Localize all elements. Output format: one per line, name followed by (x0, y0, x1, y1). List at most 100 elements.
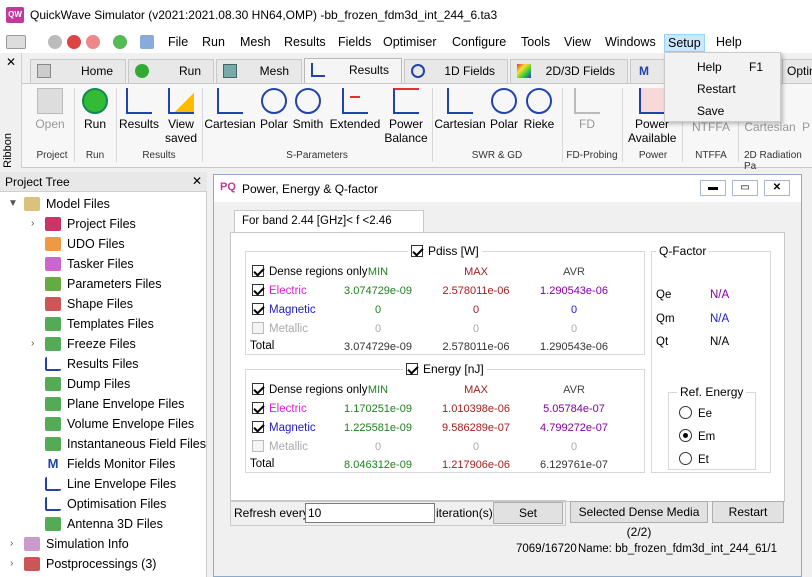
tree-item-freeze-files[interactable]: › Freeze Files (31, 334, 136, 354)
radiation-p-button[interactable]: P (800, 120, 812, 134)
dense-regions-checkbox[interactable] (252, 383, 264, 395)
radio-et[interactable] (679, 452, 692, 465)
tree-item-line-envelope-files[interactable]: Line Envelope Files (45, 474, 176, 494)
minimize-icon[interactable]: ▬ (700, 180, 726, 196)
menu-item-restart[interactable]: Restart (697, 82, 736, 96)
menu-results[interactable]: Results (281, 34, 329, 52)
menu-file[interactable]: File (165, 34, 191, 52)
ref-energy-et[interactable]: Et (679, 452, 709, 466)
play-icon[interactable] (113, 35, 127, 49)
menu-mesh[interactable]: Mesh (237, 34, 274, 52)
tree-item-volume-envelope-files[interactable]: Volume Envelope Files (45, 414, 194, 434)
smith-button[interactable]: Smith (292, 88, 324, 131)
tree-item-simulation-info[interactable]: › Simulation Info (10, 534, 129, 554)
chevron-down-icon[interactable]: ▼ (8, 194, 18, 214)
tool-icon[interactable] (140, 35, 154, 49)
tab-home[interactable]: Home (30, 59, 126, 83)
swr-cartesian-button[interactable]: Cartesian (434, 88, 486, 131)
ref-energy-ee[interactable]: Ee (679, 406, 712, 420)
pdiss-metallic-max: 0 (472, 323, 480, 335)
ref-energy-em[interactable]: Em (679, 429, 715, 443)
swr-polar-button[interactable]: Polar (488, 88, 520, 131)
menu-configure[interactable]: Configure (449, 34, 509, 52)
extended-button[interactable]: Extended (328, 88, 382, 131)
tree-item-shape-files[interactable]: Shape Files (45, 294, 133, 314)
radio-ee[interactable] (679, 406, 692, 419)
menu-run[interactable]: Run (199, 34, 228, 52)
close-icon[interactable]: ✕ (764, 180, 790, 196)
tree-item-model-files[interactable]: ▼ Model Files (8, 194, 110, 214)
tab-band[interactable]: For band 2.44 [GHz]< f <2.46 [GHz] (234, 210, 424, 247)
tree-item-instantaneous-field-files[interactable]: Instantaneous Field Files (45, 434, 206, 454)
tree-item-templates-files[interactable]: Templates Files (45, 314, 154, 334)
view-saved-button[interactable]: View saved (162, 88, 200, 145)
rieke-button[interactable]: Rieke (522, 88, 556, 131)
tree-item-dump-files[interactable]: Dump Files (45, 374, 130, 394)
stop-icon[interactable] (48, 35, 62, 49)
close-icon[interactable]: ✕ (192, 174, 202, 188)
tab-optimiser[interactable]: Optimiser (782, 59, 812, 83)
tree-item-optimisation-files[interactable]: Optimisation Files (45, 494, 166, 514)
menu-help[interactable]: Help (713, 34, 745, 52)
menu-windows[interactable]: Windows (602, 34, 659, 52)
electric-checkbox[interactable] (252, 284, 264, 296)
energy-electric[interactable]: Electric (252, 402, 307, 415)
tab-1d-fields[interactable]: 1D Fields (404, 59, 508, 83)
menu-item-help[interactable]: Help F1 (697, 60, 763, 74)
tree-item-udo-files[interactable]: UDO Files (45, 234, 125, 254)
radiation-cartesian-button[interactable]: Cartesian (744, 120, 796, 134)
pdiss-checkbox[interactable] (411, 245, 423, 257)
tree-item-antenna-3d-files[interactable]: Antenna 3D Files (45, 514, 163, 534)
pause-icon[interactable] (86, 35, 100, 49)
maximize-icon[interactable]: ▭ (732, 180, 758, 196)
open-button[interactable]: Open (30, 88, 70, 131)
menu-optimiser[interactable]: Optimiser (380, 34, 439, 52)
qe-label: Qe (656, 289, 672, 301)
dense-regions-checkbox[interactable] (252, 265, 264, 277)
close-icon[interactable]: ✕ (6, 55, 16, 69)
chevron-right-icon[interactable]: › (31, 334, 34, 354)
energy-checkbox[interactable] (406, 363, 418, 375)
tree-item-fields-monitor-files[interactable]: M Fields Monitor Files (48, 454, 176, 474)
chevron-right-icon[interactable]: › (10, 534, 13, 554)
pdiss-magnetic[interactable]: Magnetic (252, 303, 316, 316)
energy-magnetic[interactable]: Magnetic (252, 421, 316, 434)
magnetic-checkbox[interactable] (252, 303, 264, 315)
cartesian-button[interactable]: Cartesian (204, 88, 256, 131)
selected-dense-media-button[interactable]: Selected Dense Media (2/2) (570, 501, 708, 539)
tree-item-postprocessings[interactable]: › Postprocessings (3) (10, 554, 156, 574)
tree-item-project-files[interactable]: › Project Files (31, 214, 136, 234)
tab-mesh[interactable]: Mesh (216, 59, 302, 83)
tree-item-results-files[interactable]: Results Files (45, 354, 139, 374)
tree-item-parameters-files[interactable]: Parameters Files (45, 274, 161, 294)
magnetic-checkbox[interactable] (252, 421, 264, 433)
polar-button[interactable]: Polar (258, 88, 290, 131)
radio-em[interactable] (679, 429, 692, 442)
tab-2d3d-fields[interactable]: 2D/3D Fields (510, 59, 628, 83)
record-icon[interactable] (67, 35, 81, 49)
power-balance-button[interactable]: Power Balance (384, 88, 428, 145)
results-button[interactable]: Results (118, 88, 160, 131)
fd-button[interactable]: FD (570, 88, 604, 131)
tab-run[interactable]: Run (128, 59, 214, 83)
menu-item-save[interactable]: Save (697, 104, 724, 118)
chevron-right-icon[interactable]: › (10, 554, 13, 574)
chevron-right-icon[interactable]: › (31, 214, 34, 234)
menu-setup[interactable]: Setup (664, 34, 705, 52)
set-button[interactable]: Set (493, 502, 563, 524)
menu-view[interactable]: View (561, 34, 594, 52)
electric-checkbox[interactable] (252, 402, 264, 414)
tab-results[interactable]: Results (304, 58, 402, 83)
group-results-label: Results (142, 150, 176, 161)
status-bar: 7069/16720 Name: bb_frozen_fdm3d_int_244… (214, 540, 801, 562)
quick-access-icon[interactable] (6, 35, 26, 49)
menu-fields[interactable]: Fields (335, 34, 374, 52)
restart-button[interactable]: Restart (712, 501, 784, 523)
ntffa-button[interactable]: NTFFA (688, 120, 734, 134)
refresh-input[interactable] (305, 503, 435, 523)
pdiss-electric[interactable]: Electric (252, 284, 307, 297)
run-button[interactable]: Run (78, 88, 112, 131)
tree-item-tasker-files[interactable]: Tasker Files (45, 254, 134, 274)
menu-tools[interactable]: Tools (518, 34, 553, 52)
tree-item-plane-envelope-files[interactable]: Plane Envelope Files (45, 394, 184, 414)
